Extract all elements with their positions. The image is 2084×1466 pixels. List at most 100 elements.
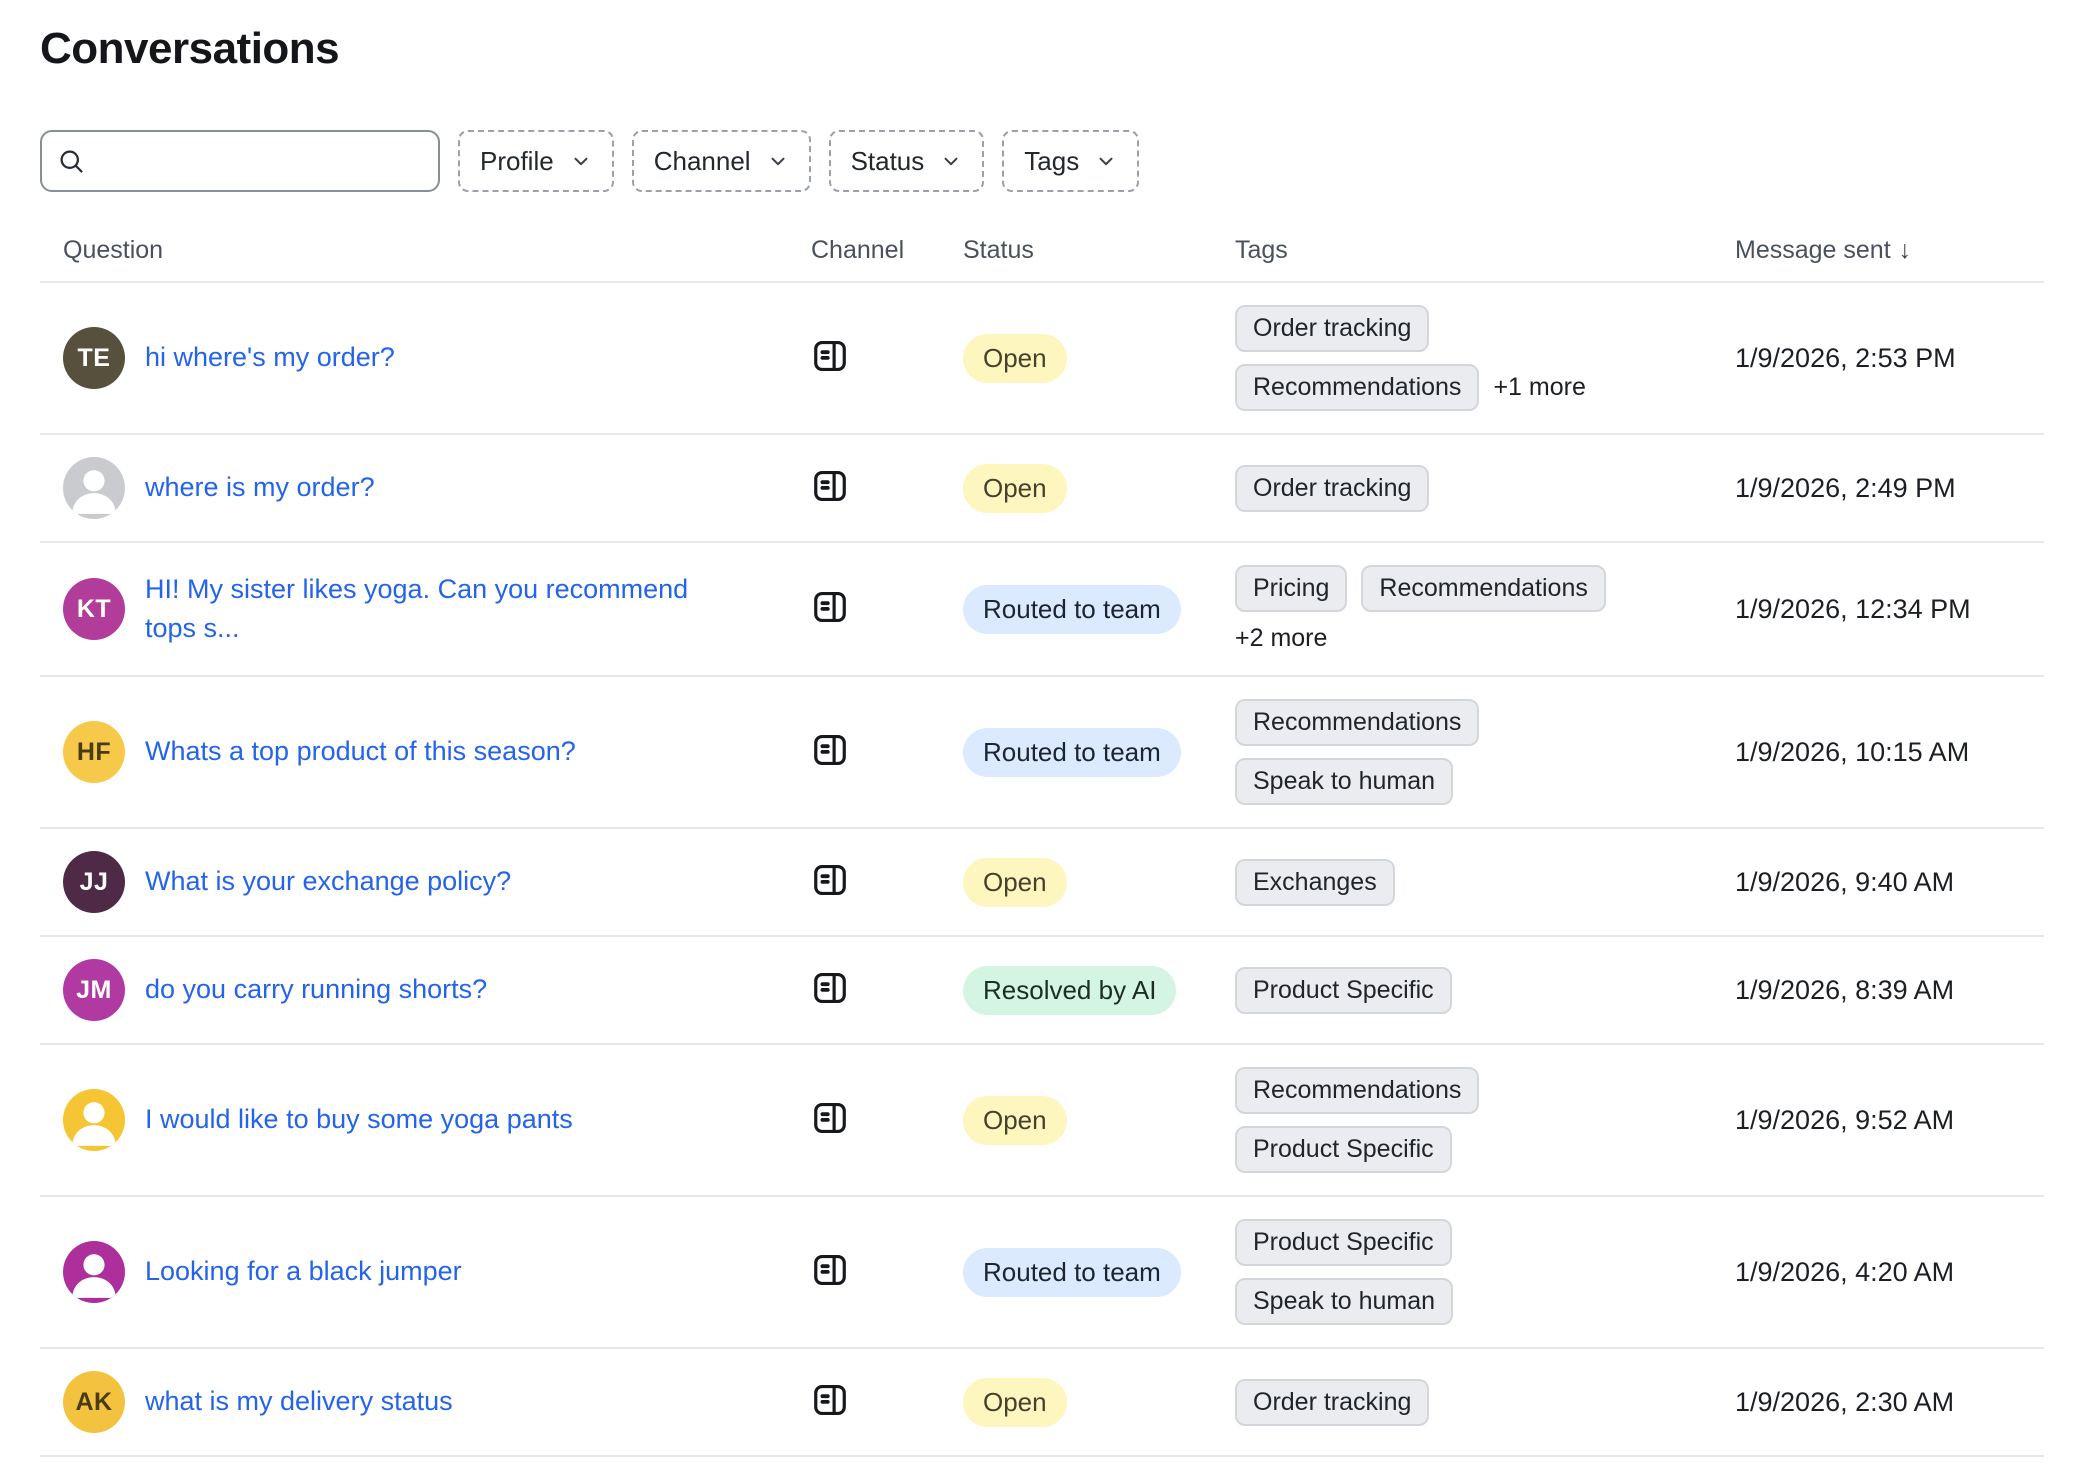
column-header-tags: Tags — [1235, 236, 1723, 265]
tag-badge: Product Specific — [1235, 1219, 1452, 1266]
status-cell: Open — [925, 1096, 1235, 1145]
channel-cell — [795, 467, 925, 510]
tag-badge: Exchanges — [1235, 859, 1395, 906]
search-icon — [56, 146, 86, 176]
tag-line: Order tracking — [1235, 305, 1429, 352]
question-cell: Looking for a black jumper — [40, 1241, 795, 1303]
tag-badge: Recommendations — [1235, 699, 1479, 746]
question-cell: TE hi where's my order? — [40, 327, 795, 389]
tag-badge: Speak to human — [1235, 758, 1453, 805]
person-avatar-icon — [63, 1089, 125, 1151]
tag-line: Product Specific — [1235, 1126, 1452, 1173]
tag-line: Exchanges — [1235, 859, 1395, 906]
question-link[interactable]: do you carry running shorts? — [145, 970, 487, 1009]
column-header-status: Status — [925, 236, 1235, 265]
column-header-channel: Channel — [795, 236, 925, 265]
person-avatar-icon — [63, 457, 125, 519]
channel-cell — [795, 1251, 925, 1294]
channel-cell — [795, 337, 925, 380]
question-cell: JJ What is your exchange policy? — [40, 851, 795, 913]
tag-line: Speak to human — [1235, 758, 1453, 805]
tag-badge: Product Specific — [1235, 967, 1452, 1014]
message-sent-cell: 1/9/2026, 9:52 AM — [1723, 1105, 2044, 1136]
tags-cell: Order trackingRecommendations+1 more — [1235, 305, 1723, 411]
tag-line: Order tracking — [1235, 1379, 1429, 1426]
avatar: HF — [63, 721, 125, 783]
question-cell: I would like to buy some yoga pants — [40, 1089, 795, 1151]
chevron-down-icon — [570, 150, 592, 172]
tag-badge: Speak to human — [1235, 1278, 1453, 1325]
table-row[interactable]: I would like to buy some yoga pants Open… — [40, 1045, 2044, 1197]
filter-status-label: Status — [851, 146, 925, 177]
status-badge: Open — [963, 1096, 1067, 1145]
status-cell: Open — [925, 464, 1235, 513]
conversations-table-body: TE hi where's my order? Open Order track… — [40, 283, 2044, 1457]
table-row[interactable]: Looking for a black jumper Routed to tea… — [40, 1197, 2044, 1349]
status-cell: Resolved by AI — [925, 966, 1235, 1015]
tag-badge: Recommendations — [1235, 1067, 1479, 1114]
tags-cell: Recommendations Speak to human — [1235, 699, 1723, 805]
question-link[interactable]: hi where's my order? — [145, 338, 395, 377]
question-link[interactable]: what is my delivery status — [145, 1382, 453, 1421]
filter-channel-button[interactable]: Channel — [632, 130, 811, 192]
table-row[interactable]: TE hi where's my order? Open Order track… — [40, 283, 2044, 435]
tags-cell: Product Specific Speak to human — [1235, 1219, 1723, 1325]
table-row[interactable]: where is my order? Open Order tracking 1… — [40, 435, 2044, 543]
filter-channel-label: Channel — [654, 146, 751, 177]
channel-cell — [795, 731, 925, 774]
avatar: KT — [63, 578, 125, 640]
question-cell: JM do you carry running shorts? — [40, 959, 795, 1021]
table-row[interactable]: AK what is my delivery status Open Order… — [40, 1349, 2044, 1457]
status-badge: Open — [963, 334, 1067, 383]
filter-status-button[interactable]: Status — [829, 130, 985, 192]
avatar: AK — [63, 1371, 125, 1433]
avatar: JJ — [63, 851, 125, 913]
chevron-down-icon — [1095, 150, 1117, 172]
question-link[interactable]: I would like to buy some yoga pants — [145, 1100, 573, 1139]
search-box — [40, 130, 440, 192]
tag-line: Speak to human — [1235, 1278, 1453, 1325]
table-row[interactable]: JJ What is your exchange policy? Open Ex… — [40, 829, 2044, 937]
message-sent-cell: 1/9/2026, 4:20 AM — [1723, 1257, 2044, 1288]
widget-channel-icon — [811, 588, 849, 626]
avatar: JM — [63, 959, 125, 1021]
tags-cell: Exchanges — [1235, 859, 1723, 906]
channel-cell — [795, 969, 925, 1012]
channel-cell — [795, 1099, 925, 1142]
question-link[interactable]: where is my order? — [145, 468, 375, 507]
column-header-message-sent[interactable]: Message sent↓ — [1723, 236, 2044, 265]
status-badge: Open — [963, 464, 1067, 513]
tag-line: PricingRecommendations — [1235, 565, 1606, 612]
message-sent-cell: 1/9/2026, 2:53 PM — [1723, 343, 2044, 374]
message-sent-cell: 1/9/2026, 2:49 PM — [1723, 473, 2044, 504]
chevron-down-icon — [767, 150, 789, 172]
widget-channel-icon — [811, 467, 849, 505]
question-cell: AK what is my delivery status — [40, 1371, 795, 1433]
column-header-question: Question — [40, 236, 795, 265]
search-input[interactable] — [96, 146, 424, 177]
tags-cell: Recommendations Product Specific — [1235, 1067, 1723, 1173]
question-link[interactable]: HI! My sister likes yoga. Can you recomm… — [145, 570, 725, 648]
message-sent-cell: 1/9/2026, 12:34 PM — [1723, 594, 2044, 625]
tag-line: Recommendations — [1235, 1067, 1479, 1114]
table-row[interactable]: JM do you carry running shorts? Resolved… — [40, 937, 2044, 1045]
table-row[interactable]: KT HI! My sister likes yoga. Can you rec… — [40, 543, 2044, 677]
page-title: Conversations — [40, 24, 2044, 74]
person-avatar-icon — [63, 1241, 125, 1303]
tags-cell: Order tracking — [1235, 1379, 1723, 1426]
filter-profile-button[interactable]: Profile — [458, 130, 614, 192]
question-link[interactable]: Looking for a black jumper — [145, 1252, 462, 1291]
table-row[interactable]: HF Whats a top product of this season? R… — [40, 677, 2044, 829]
tag-line: Recommendations — [1235, 699, 1479, 746]
channel-cell — [795, 1381, 925, 1424]
message-sent-cell: 1/9/2026, 8:39 AM — [1723, 975, 2044, 1006]
table-header-row: Question Channel Status Tags Message sen… — [40, 236, 2044, 283]
question-link[interactable]: What is your exchange policy? — [145, 862, 511, 901]
status-badge: Resolved by AI — [963, 966, 1176, 1015]
tags-cell: Order tracking — [1235, 465, 1723, 512]
question-link[interactable]: Whats a top product of this season? — [145, 732, 576, 771]
tag-line: Product Specific — [1235, 1219, 1452, 1266]
filter-tags-button[interactable]: Tags — [1002, 130, 1139, 192]
avatar: TE — [63, 327, 125, 389]
status-cell: Open — [925, 858, 1235, 907]
